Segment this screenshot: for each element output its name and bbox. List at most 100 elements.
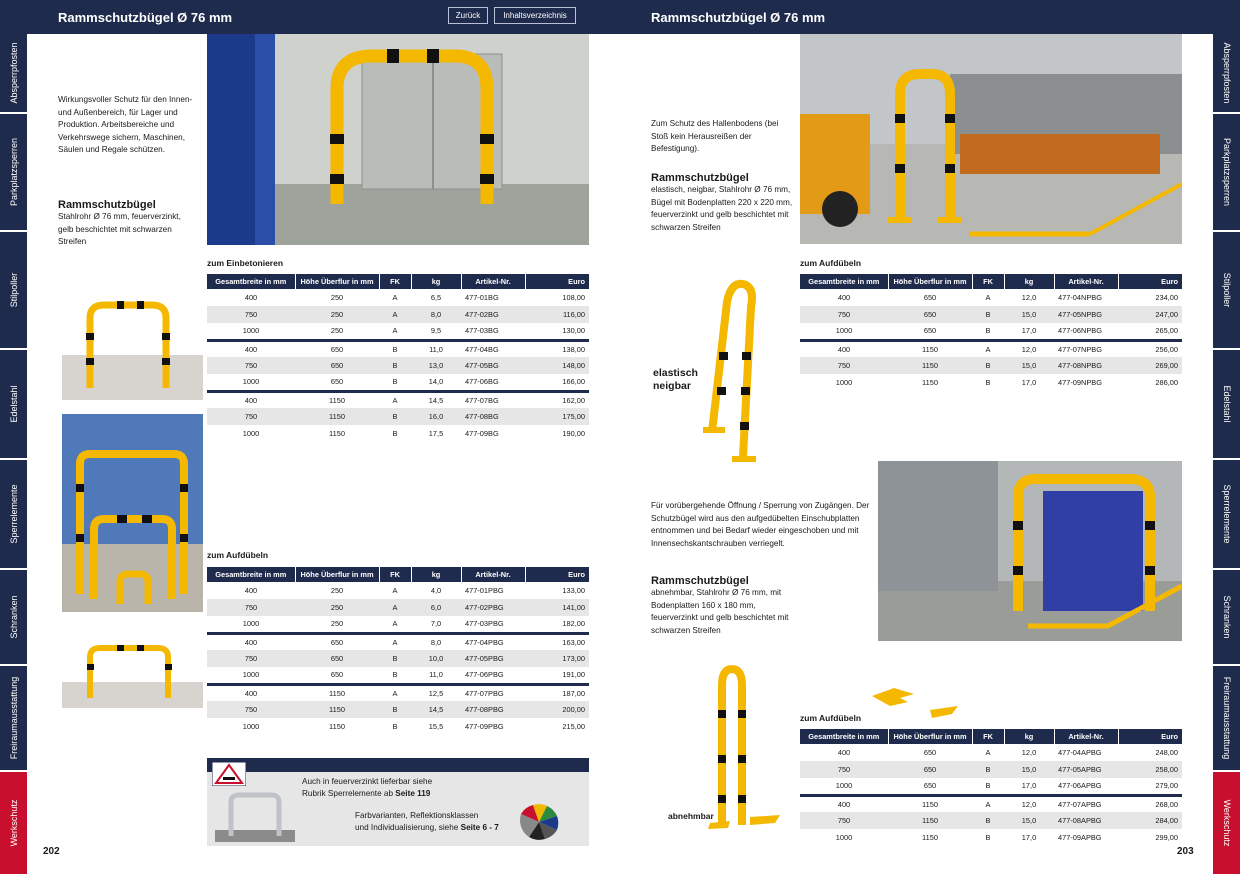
tab-absperrpfosten[interactable]: Absperrpfosten — [0, 34, 27, 114]
label-neigbar: neigbar — [653, 380, 691, 392]
tab-absperrpfosten-right[interactable]: Absperrpfosten — [1213, 34, 1240, 114]
table-cell: 11,0 — [429, 670, 443, 680]
table-cell: A — [972, 793, 1004, 812]
info-link-seite-119[interactable]: Seite 119 — [395, 789, 430, 798]
table-header-cell: FK — [972, 274, 1005, 289]
table-cell: 17,0 — [1021, 781, 1037, 791]
photo-bracket-hall — [207, 34, 589, 245]
table-cell: 400 — [207, 338, 295, 357]
table-row: 750 650 B 13,0 477-05BG 148,00 — [207, 357, 589, 374]
table-cell: 1150 — [888, 357, 972, 374]
table-cell: 1000 — [835, 378, 853, 387]
label-abnehmbar: abnehmbar — [668, 811, 714, 821]
right-intro2-text: Für vorübergehende Öffnung / Sperrung vo… — [651, 501, 870, 548]
table-cell: 12,0 — [1004, 338, 1054, 357]
table-cell: 130,00 — [562, 326, 585, 336]
tab-schranken-right[interactable]: Schranken — [1213, 570, 1240, 666]
table-cell: A — [379, 389, 411, 408]
tab-werkschutz-right[interactable]: Werkschutz — [1213, 772, 1240, 876]
table-cell: B — [972, 812, 1004, 829]
table-cell: 268,00 — [1118, 793, 1182, 812]
right-intro-text: Zum Schutz des Hallenbodens (bei Stoß ke… — [651, 119, 779, 153]
floor-plates-icon — [872, 688, 958, 718]
table-cell: 162,00 — [525, 389, 589, 408]
info-line-1: Auch in feuerverzinkt lieferbar siehe — [302, 777, 433, 786]
table-cell: 284,00 — [1118, 812, 1182, 829]
tab-werkschutz[interactable]: Werkschutz — [0, 772, 27, 876]
left-side-tabs: Absperrpfosten Parkplatzsperren Stilpoll… — [0, 34, 27, 876]
table-row: 1000 650 B 17,0 477-06APBG 279,00 — [800, 778, 1182, 795]
left-page-number: 202 — [43, 846, 60, 857]
info-link-seite-6-7[interactable]: Seite 6 - 7 — [461, 823, 499, 832]
table-cell: 477-04NPBG — [1058, 293, 1102, 302]
table-cell: 477-03BG — [465, 326, 499, 336]
table-aufduebeln-ap: Gesamtbreite in mm Höhe Überflur in mm FK k… — [800, 729, 1182, 846]
table-cell: 1150 — [888, 812, 972, 829]
table-cell: 1150 — [295, 389, 379, 408]
table-cell: 650 — [330, 670, 344, 680]
table-cell: B — [985, 378, 991, 387]
tab-sperrelemente-right[interactable]: Sperrelemente — [1213, 460, 1240, 570]
table-row: 1000 250 A 9,5 477-03BG 130,00 — [207, 323, 589, 340]
table-row: 400 650 B 11,0 477-04BG 138,00 — [207, 338, 589, 357]
table-header-cell: Gesamtbreite in mm — [800, 729, 889, 744]
table-cell: B — [379, 357, 411, 374]
table-header-cell: kg — [411, 567, 462, 582]
tab-edelstahl[interactable]: Edelstahl — [0, 350, 27, 460]
table-cell: 1000 — [242, 326, 260, 336]
table-cell: 750 — [800, 357, 888, 374]
table-header-cell: kg — [1004, 729, 1055, 744]
table-cell: 11,0 — [411, 338, 461, 357]
photo-removable-bracket-gate — [878, 461, 1182, 641]
table-header-cell: Höhe Überflur in mm — [295, 274, 380, 289]
table-cell: 187,00 — [525, 682, 589, 701]
table-cell: 1150 — [295, 701, 379, 718]
table-cell: 1150 — [329, 722, 345, 731]
table-cell: B — [972, 761, 1004, 778]
toc-button[interactable]: Inhaltsverzeichnis — [494, 7, 576, 24]
table-cell: 477-09APBG — [1058, 833, 1102, 842]
tab-parkplatzsperren[interactable]: Parkplatzsperren — [0, 114, 27, 232]
right-side-tabs: Absperrpfosten Parkplatzsperren Stilpoll… — [1213, 34, 1240, 876]
tab-stilpoller-right[interactable]: Stilpoller — [1213, 232, 1240, 350]
tab-schranken[interactable]: Schranken — [0, 570, 27, 666]
table-cell: 299,00 — [1155, 833, 1178, 842]
table-cell: 477-06APBG — [1058, 781, 1102, 791]
table-cell: 16,0 — [411, 408, 461, 425]
table-cell: 173,00 — [525, 650, 589, 667]
table-cell: 650 — [923, 748, 937, 757]
left-intro-text: Wirkungsvoller Schutz für den Innen- und… — [58, 95, 193, 154]
table-cell: 1000 — [242, 429, 260, 438]
right-product1-desc: elastisch, neigbar, Stahlrohr Ø 76 mm, B… — [651, 185, 793, 232]
tab-edelstahl-right[interactable]: Edelstahl — [1213, 350, 1240, 460]
table-cell: 234,00 — [1155, 293, 1178, 302]
table-row: 400 650 A 12,0 477-04NPBG 234,00 — [800, 289, 1182, 306]
table-cell: A — [379, 306, 411, 323]
table-cell: 6,5 — [430, 293, 442, 302]
table-cell: 182,00 — [562, 619, 585, 629]
tab-freiraumausstattung-right[interactable]: Freiraumausstattung — [1213, 666, 1240, 772]
table-cell: 1000 — [835, 833, 853, 842]
table-cell: 477-04BG — [461, 338, 525, 357]
table-cell: 1000 — [242, 377, 260, 387]
tab-parkplatzsperren-right[interactable]: Parkplatzsperren — [1213, 114, 1240, 232]
table-cell: 12,0 — [1004, 793, 1054, 812]
table-cell: 400 — [244, 293, 258, 302]
table-cell: 116,00 — [525, 306, 589, 323]
table-row: 400 1150 A 14,5 477-07BG 162,00 — [207, 389, 589, 408]
table-cell: 190,00 — [562, 429, 585, 438]
table-cell: 650 — [888, 761, 972, 778]
tab-stilpoller[interactable]: Stilpoller — [0, 232, 27, 350]
table-cell: 250 — [295, 599, 379, 616]
table-cell: B — [972, 357, 1004, 374]
back-button[interactable]: Zurück — [448, 7, 488, 24]
table-row: 400 250 A 6,5 477-01BG 108,00 — [207, 289, 589, 306]
tab-sperrelemente[interactable]: Sperrelemente — [0, 460, 27, 570]
table-header-cell: Euro — [525, 567, 589, 582]
right-page-title: Rammschutzbügel Ø 76 mm — [651, 10, 826, 25]
table-cell: 141,00 — [525, 599, 589, 616]
table-cell: 477-04PBG — [461, 631, 525, 650]
tab-freiraumausstattung[interactable]: Freiraumausstattung — [0, 666, 27, 772]
label-elastisch: elastisch — [653, 367, 698, 379]
table-cell: A — [379, 599, 411, 616]
